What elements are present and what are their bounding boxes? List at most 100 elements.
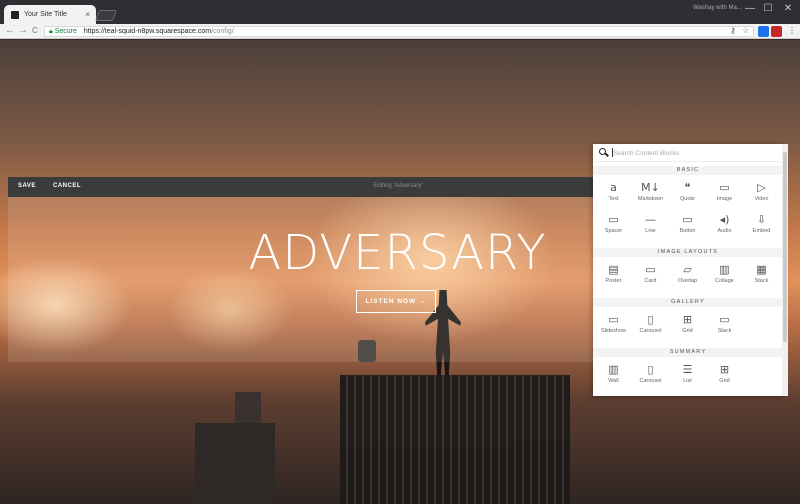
block-carousel[interactable]: ▯ Carousel (632, 362, 669, 392)
search-bar (593, 144, 783, 162)
listen-now-button[interactable]: LISTEN NOW → (356, 290, 436, 313)
key-icon[interactable]: ⚷ (730, 26, 736, 35)
carousel-block-icon: ▯ (647, 313, 654, 326)
block-wall[interactable]: ▥ Wall (595, 362, 632, 392)
maximize-icon[interactable]: ☐ (758, 3, 778, 14)
block-quote[interactable]: ❝ Quote (669, 180, 706, 210)
bookmark-star-icon[interactable]: ☆ (742, 26, 749, 35)
block-card[interactable]: ▭ Card (632, 262, 669, 292)
close-window-icon[interactable]: ✕ (778, 3, 798, 14)
block-stack[interactable]: ▦ Stack (743, 262, 780, 292)
browser-titlebar: Your Site Title × Washay with Ma... — ☐ … (0, 0, 800, 24)
poster-block-icon: ▤ (608, 263, 619, 276)
block-label: Image (716, 196, 733, 202)
block-label: Grid (719, 378, 730, 384)
block-label: Stack (717, 328, 732, 334)
site-favicon-icon (11, 11, 19, 19)
minimize-icon[interactable]: — (740, 3, 760, 14)
block-label: Audio (717, 228, 732, 234)
tab-title: Your Site Title (24, 11, 67, 18)
block-image[interactable]: ▭ Image (706, 180, 743, 210)
block-label: Button (679, 228, 696, 234)
block-text[interactable]: a Text (595, 180, 632, 210)
block-carousel[interactable]: ▯ Carousel (632, 312, 669, 342)
block-label: Overlap (677, 278, 698, 284)
block-grid[interactable]: ⊞ Grid (669, 312, 706, 342)
browser-menu-icon[interactable]: ⋮ (788, 26, 796, 35)
block-label: Stack (754, 278, 769, 284)
block-audio[interactable]: ◂) Audio (706, 212, 743, 242)
url-host: https://teal-squid-n8pw.squarespace.com (83, 28, 212, 35)
extension-badge-icon[interactable] (771, 26, 782, 37)
block-poster[interactable]: ▤ Poster (595, 262, 632, 292)
block-grid[interactable]: ⊞ Grid (706, 362, 743, 392)
new-tab-button[interactable] (94, 10, 118, 21)
forward-icon[interactable]: → (18, 25, 28, 36)
browser-tab[interactable]: Your Site Title × (4, 5, 96, 24)
url-path: /config/ (211, 28, 234, 35)
markdown-block-icon: M↓ (641, 181, 660, 194)
block-spacer[interactable]: ▭ Spacer (595, 212, 632, 242)
block-label: Card (644, 278, 657, 284)
block-overlap[interactable]: ▱ Overlap (669, 262, 706, 292)
profile-label[interactable]: Washay with Ma... (693, 5, 742, 11)
block-label: Video (754, 196, 769, 202)
block-label: Wall (608, 378, 619, 384)
back-icon[interactable]: ← (5, 25, 15, 36)
block-button[interactable]: ▭ Button (669, 212, 706, 242)
collage-block-icon: ▥ (719, 263, 730, 276)
content-blocks-panel: BASIC a Text M↓ Markdown ❝ Quote ▭ Image ▷ Video ▭ S… (593, 144, 783, 396)
block-label: Carousel (639, 328, 662, 334)
section-header: IMAGE LAYOUTS (593, 248, 783, 257)
quote-block-icon: ❝ (684, 181, 691, 194)
stack-block-icon: ▭ (719, 313, 730, 326)
stage-block (195, 423, 275, 504)
block-label: Grid (682, 328, 693, 334)
block-label: Carousel (639, 378, 662, 384)
lock-icon: 🔒︎ (49, 28, 53, 35)
block-label: Line (645, 228, 656, 234)
search-input[interactable] (613, 147, 773, 159)
block-markdown[interactable]: M↓ Markdown (632, 180, 669, 210)
scrollbar-thumb[interactable] (783, 152, 787, 342)
slideshow-block-icon: ▭ (608, 313, 619, 326)
block-label: Collage (715, 278, 734, 284)
address-bar: ← → C 🔒︎ Secure https://teal-squid-n8pw.… (0, 24, 800, 39)
image-block-icon: ▭ (719, 181, 730, 194)
block-collage[interactable]: ▥ Collage (706, 262, 743, 292)
block-label: Markdown (637, 196, 664, 202)
block-embed[interactable]: ⇩ Embed (743, 212, 780, 242)
tab-close-icon[interactable]: × (85, 10, 90, 19)
extension-icon[interactable] (758, 26, 769, 37)
search-icon (599, 148, 606, 155)
section-header: BASIC (593, 166, 783, 175)
wall-block-icon: ▥ (608, 363, 619, 376)
grid-block-icon: ⊞ (682, 313, 693, 326)
reload-icon[interactable]: C (32, 26, 38, 35)
stage-rig (340, 375, 570, 504)
stack-block-icon: ▦ (756, 263, 767, 276)
block-list[interactable]: ☰ List (669, 362, 706, 392)
block-line[interactable]: — Line (632, 212, 669, 242)
url-field[interactable]: 🔒︎ Secure https://teal-squid-n8pw.square… (44, 26, 754, 37)
block-label: Slideshow (600, 328, 627, 334)
block-slideshow[interactable]: ▭ Slideshow (595, 312, 632, 342)
video-block-icon: ▷ (757, 181, 766, 194)
overlap-block-icon: ▱ (683, 263, 692, 276)
block-label: Quote (680, 196, 695, 202)
section-header: GALLERY (593, 298, 783, 307)
block-label: List (683, 378, 692, 384)
text-block-icon: a (610, 181, 617, 194)
list-block-icon: ☰ (682, 363, 693, 376)
panel-scrollbar[interactable] (782, 144, 788, 396)
audio-block-icon: ◂) (719, 213, 730, 226)
block-label: Text (608, 196, 619, 202)
secure-label: Secure (54, 28, 77, 35)
block-label: Poster (605, 278, 622, 284)
block-video[interactable]: ▷ Video (743, 180, 780, 210)
line-block-icon: — (645, 213, 656, 226)
card-block-icon: ▭ (645, 263, 656, 276)
spacer-block-icon: ▭ (608, 213, 619, 226)
block-stack[interactable]: ▭ Stack (706, 312, 743, 342)
embed-block-icon: ⇩ (756, 213, 767, 226)
